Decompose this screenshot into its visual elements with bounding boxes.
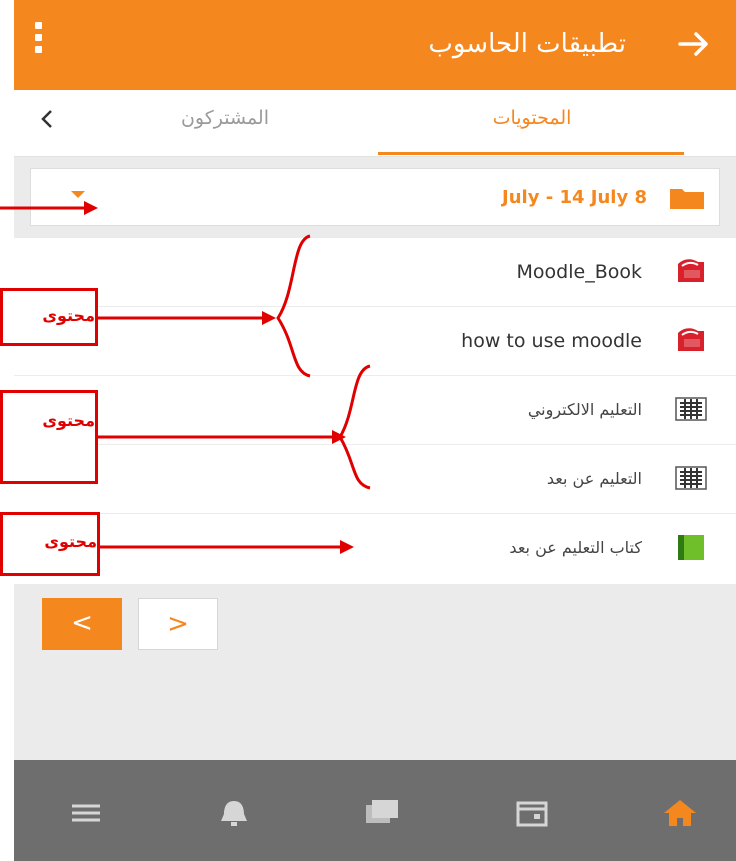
arrow-right-icon[interactable] xyxy=(674,24,714,64)
pdf-icon xyxy=(678,259,704,282)
list-item[interactable]: كتاب التعليم عن بعد xyxy=(14,514,736,584)
item-label: how to use moodle xyxy=(461,330,642,352)
section-label: July - 14 July 8 xyxy=(502,187,647,208)
messages-icon[interactable] xyxy=(362,796,402,830)
app-bar: تطبيقات الحاسوب xyxy=(14,0,736,90)
menu-icon[interactable] xyxy=(66,796,106,830)
tab-bar: المشتركون المحتويات xyxy=(14,90,736,157)
item-label: كتاب التعليم عن بعد xyxy=(509,538,642,557)
next-section-button[interactable]: > xyxy=(138,598,218,650)
bell-icon[interactable] xyxy=(214,796,254,830)
url-icon xyxy=(675,466,707,490)
book-icon xyxy=(678,535,704,560)
item-label: التعليم الالكتروني xyxy=(527,400,642,419)
chevron-left-icon[interactable] xyxy=(32,104,62,134)
list-item[interactable]: التعليم عن بعد xyxy=(14,445,736,514)
home-icon[interactable] xyxy=(660,796,700,830)
section-selector[interactable]: July - 14 July 8 xyxy=(30,168,720,226)
annotation-callout: محتوى xyxy=(0,288,98,346)
list-item[interactable]: التعليم الالكتروني xyxy=(14,376,736,445)
item-label: Moodle_Book xyxy=(516,261,642,283)
course-title: تطبيقات الحاسوب xyxy=(428,29,626,59)
tab-contents[interactable]: المحتويات xyxy=(382,90,682,156)
dropdown-caret-icon[interactable] xyxy=(71,191,85,198)
tab-participants[interactable]: المشتركون xyxy=(100,90,350,156)
pdf-icon xyxy=(678,328,704,351)
folder-icon xyxy=(670,189,704,209)
phone-screen: تطبيقات الحاسوب المشتركون المحتويات July… xyxy=(14,0,736,861)
url-icon xyxy=(675,397,707,421)
list-item[interactable]: Moodle_Book xyxy=(14,238,736,307)
bottom-nav xyxy=(14,760,736,861)
list-item[interactable]: how to use moodle xyxy=(14,307,736,376)
more-options-icon[interactable] xyxy=(32,22,44,62)
annotation-callout: محتوى xyxy=(0,390,98,484)
previous-section-button[interactable]: < xyxy=(42,598,122,650)
annotation-callout: محتوى xyxy=(0,512,100,576)
active-tab-indicator xyxy=(378,152,684,155)
contents-list: Moodle_Book how to use moodle التعليم ال… xyxy=(14,238,736,584)
item-label: التعليم عن بعد xyxy=(546,469,642,488)
calendar-icon[interactable] xyxy=(512,796,552,830)
